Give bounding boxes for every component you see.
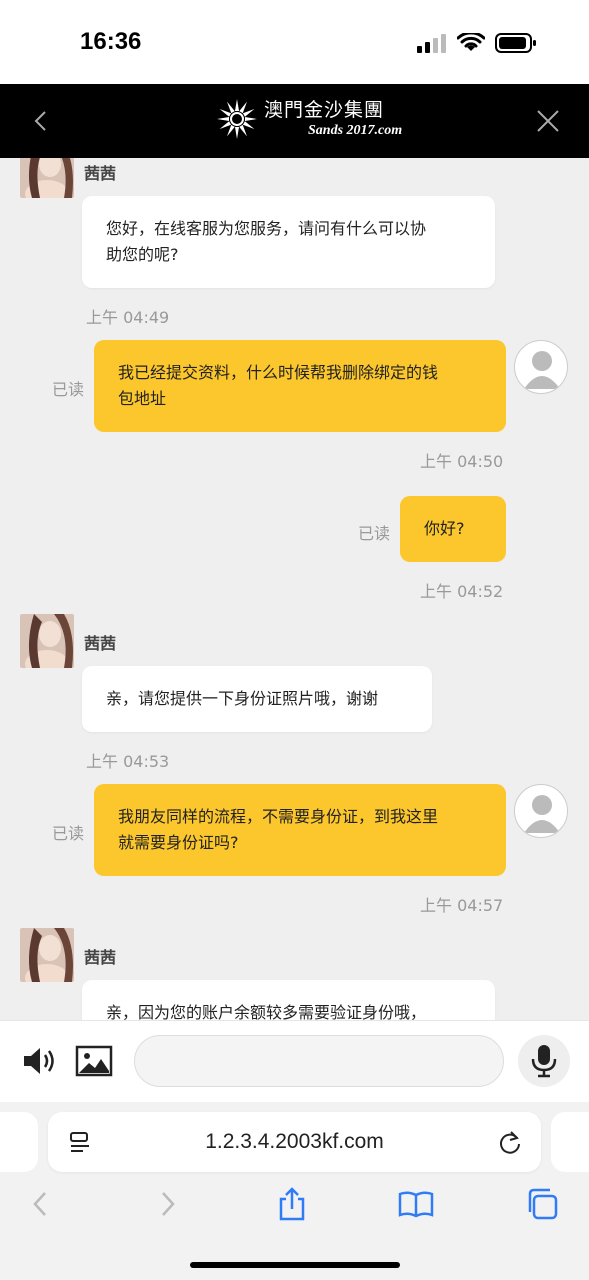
status-bar: 16:36 (0, 0, 589, 84)
message-timestamp: 上午 04:50 (420, 452, 504, 471)
logo-chinese-text: 澳門金沙集團 (264, 98, 385, 121)
reload-icon[interactable] (497, 1129, 523, 1155)
agent-message-bubble: 您好，在线客服为您服务，请问有什么可以协 助您的呢? (82, 196, 495, 288)
sun-emblem-icon (217, 99, 257, 139)
bookmarks-button[interactable] (398, 1186, 434, 1222)
user-avatar (514, 784, 568, 838)
agent-name: 茜茜 (84, 164, 117, 183)
message-timestamp: 上午 04:49 (86, 308, 170, 327)
agent-avatar (20, 158, 74, 198)
status-icons (417, 32, 537, 54)
agent-message-bubble: 亲，请您提供一下身份证照片哦，谢谢 (82, 666, 432, 732)
read-receipt: 已读 (358, 524, 391, 543)
share-icon (279, 1187, 305, 1221)
agent-name: 茜茜 (84, 634, 117, 653)
agent-name: 茜茜 (84, 948, 117, 967)
address-bar[interactable]: 1.2.3.4.2003kf.com (48, 1112, 541, 1172)
user-message-bubble: 我朋友同样的流程，不需要身份证，到我这里 就需要身份证吗? (94, 784, 506, 876)
read-receipt: 已读 (52, 380, 85, 399)
battery-icon (495, 33, 536, 53)
url-text: 1.2.3.4.2003kf.com (205, 1130, 384, 1153)
agent-avatar (20, 928, 74, 982)
browser-toolbar (0, 1186, 589, 1230)
message-line: 就需要身份证吗? (118, 833, 239, 852)
message-line: 我朋友同样的流程，不需要身份证，到我这里 (118, 807, 439, 826)
status-time: 16:36 (80, 28, 142, 55)
share-button[interactable] (274, 1186, 310, 1222)
browser-chrome: 1.2.3.4.2003kf.com (0, 1102, 589, 1280)
close-icon[interactable] (535, 108, 561, 134)
chat-message-list[interactable]: 茜茜 您好，在线客服为您服务，请问有什么可以协 助您的呢? 上午 04:49 已… (0, 158, 589, 1020)
back-button[interactable] (22, 1186, 58, 1222)
message-timestamp: 上午 04:53 (86, 752, 170, 771)
image-upload-icon[interactable] (74, 1041, 114, 1081)
message-line: 我已经提交资料，什么时候帮我删除绑定的钱 (118, 363, 439, 382)
previous-tab-preview[interactable] (0, 1112, 38, 1172)
chat-input-bar (0, 1020, 589, 1102)
message-timestamp: 上午 04:52 (420, 582, 504, 601)
message-line: 你好? (424, 519, 465, 538)
forward-button[interactable] (150, 1186, 186, 1222)
agent-avatar (20, 614, 74, 668)
chevron-right-icon (162, 1192, 175, 1216)
user-message-bubble: 你好? (400, 496, 506, 562)
chevron-left-icon (33, 1192, 46, 1216)
home-indicator[interactable] (190, 1262, 400, 1268)
message-line: 您好，在线客服为您服务，请问有什么可以协 (106, 219, 427, 238)
book-icon (398, 1191, 434, 1218)
user-avatar (514, 340, 568, 394)
message-timestamp: 上午 04:57 (420, 896, 504, 915)
message-line: 助您的呢? (106, 245, 179, 264)
read-receipt: 已读 (52, 824, 85, 843)
microphone-icon (531, 1045, 557, 1078)
back-chevron-icon[interactable] (26, 106, 56, 136)
agent-message-bubble: 亲，因为您的账户余额较多需要验证身份哦， (82, 980, 495, 1020)
chat-header: 澳門金沙集團 Sands 2017.com (0, 84, 589, 158)
sands-logo: 澳門金沙集團 Sands 2017.com (216, 98, 402, 140)
cellular-signal-icon (417, 34, 446, 53)
logo-english-text: Sands 2017.com (308, 122, 403, 138)
voice-input-button[interactable] (518, 1035, 570, 1087)
message-line: 亲，请您提供一下身份证照片哦，谢谢 (106, 689, 379, 708)
message-line: 亲，因为您的账户余额较多需要验证身份哦， (106, 1003, 427, 1020)
wifi-icon (457, 33, 485, 51)
speaker-icon[interactable] (20, 1041, 60, 1081)
message-line: 包地址 (118, 389, 167, 408)
tabs-icon (528, 1188, 558, 1220)
tabs-button[interactable] (524, 1186, 560, 1222)
next-tab-preview[interactable] (551, 1112, 589, 1172)
user-message-bubble: 我已经提交资料，什么时候帮我删除绑定的钱 包地址 (94, 340, 506, 432)
message-input[interactable] (134, 1035, 504, 1087)
